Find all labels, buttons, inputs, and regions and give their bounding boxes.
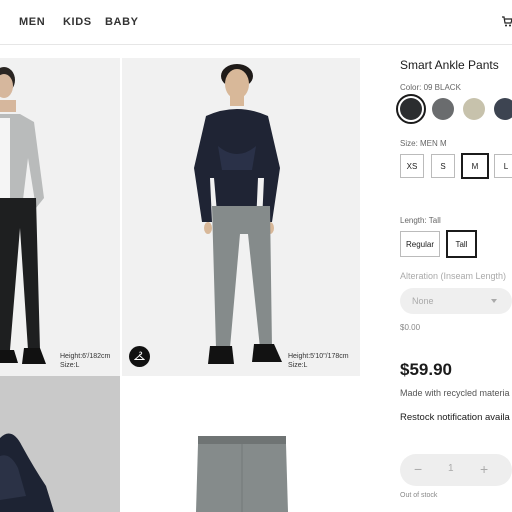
model-caption-right: Height:5'10"/178cm Size:L: [288, 352, 349, 370]
size-option-xs[interactable]: XS: [400, 154, 424, 178]
model-photo-left[interactable]: Height:6'/182cm Size:L: [0, 58, 120, 376]
length-option-regular[interactable]: Regular: [400, 231, 440, 257]
hanger-icon[interactable]: [129, 346, 150, 367]
length-option-tall[interactable]: Tall: [446, 230, 477, 258]
product-photo-detail[interactable]: [0, 376, 120, 512]
color-swatch-navy[interactable]: [494, 98, 512, 120]
color-swatch-beige[interactable]: [463, 98, 485, 120]
model-size-left: Size:L: [60, 362, 80, 369]
product-photo-flat[interactable]: [122, 376, 360, 512]
model-size-right: Size:L: [288, 362, 308, 369]
product-price: $59.90: [400, 360, 452, 379]
model-photo-right[interactable]: Height:5'10"/178cm Size:L: [122, 58, 360, 376]
color-label: Color: 09 BLACK: [400, 83, 461, 92]
size-label: Size: MEN M: [400, 139, 447, 148]
alteration-price: $0.00: [400, 323, 421, 332]
model-height-left: Height:6'/182cm: [60, 353, 111, 360]
caret-down-icon: [491, 299, 497, 303]
quantity-value: 1: [448, 463, 454, 474]
quantity-plus-button[interactable]: +: [480, 461, 488, 477]
product-image-gallery: Height:6'/182cm Size:L Height:5'10"/178c…: [0, 58, 360, 512]
restock-notification[interactable]: Restock notification availa: [400, 412, 510, 423]
jacket-illustration: [0, 433, 54, 512]
size-option-s[interactable]: S: [431, 154, 455, 178]
color-swatch-gray[interactable]: [432, 98, 454, 120]
stock-status: Out of stock: [400, 492, 438, 499]
size-option-m[interactable]: M: [461, 153, 489, 179]
recycled-note: Made with recycled materia: [400, 388, 510, 398]
pants-illustration: [196, 436, 288, 512]
nav-baby[interactable]: BABY: [105, 16, 139, 28]
color-swatch-black[interactable]: [396, 94, 426, 124]
nav-men[interactable]: MEN: [19, 16, 45, 28]
model-caption-left: Height:6'/182cm Size:L: [60, 352, 110, 370]
nav-kids[interactable]: KIDS: [63, 16, 92, 28]
alteration-value: None: [412, 296, 434, 306]
model-height-right: Height:5'10"/178cm: [288, 353, 349, 360]
size-option-l[interactable]: L: [494, 154, 512, 178]
cart-icon[interactable]: [500, 14, 512, 28]
top-nav-bar: MEN KIDS BABY: [0, 0, 512, 45]
length-label: Length: Tall: [400, 216, 441, 225]
quantity-minus-button[interactable]: −: [414, 461, 422, 477]
quantity-stepper: − 1 +: [400, 454, 512, 486]
alteration-label: Alteration (Inseam Length): [400, 271, 507, 281]
model-illustration-left: [0, 67, 46, 364]
product-title: Smart Ankle Pants: [400, 58, 499, 72]
model-illustration-right: [194, 64, 282, 364]
alteration-select[interactable]: None: [400, 288, 512, 314]
